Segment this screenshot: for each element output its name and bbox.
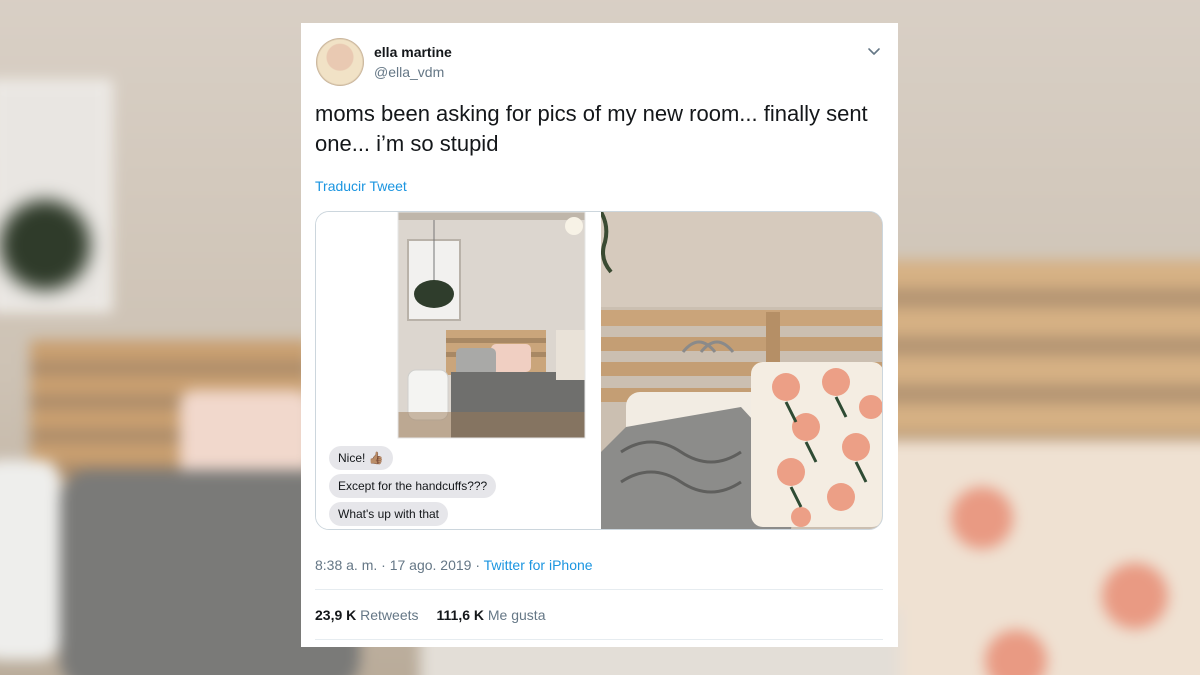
likes-stat[interactable]: 111,6 K Me gusta [437,607,546,623]
author-handle[interactable]: @ella_vdm [374,64,444,80]
retweets-label: Retweets [360,607,419,623]
headboard-photo-graphic [599,212,882,529]
avatar[interactable] [316,38,364,86]
tweet-text: moms been asking for pics of my new room… [315,101,868,156]
likes-label: Me gusta [487,607,546,623]
headboard-photo[interactable] [599,212,882,529]
chat-message: Except for the handcuffs??? [329,474,497,498]
tweet-source-link[interactable]: Twitter for iPhone [484,557,593,573]
retweets-count: 23,9 K [315,607,357,623]
retweets-stat[interactable]: 23,9 K Retweets [315,607,419,623]
chat-screenshot-image[interactable]: Nice! 👍🏽 Except for the handcuffs??? Wha… [316,212,600,529]
chat-message: Nice! 👍🏽 [329,446,393,470]
divider [315,639,883,640]
tweet-card: ella martine @ella_vdm moms been asking … [301,23,898,647]
divider [315,589,883,590]
author-name[interactable]: ella martine [374,44,452,60]
tweet-timestamp[interactable]: 8:38 a. m. · 17 ago. 2019 · [315,557,484,573]
tweet-meta: 8:38 a. m. · 17 ago. 2019 · Twitter for … [315,557,593,573]
tweet-stats: 23,9 K Retweets 111,6 K Me gusta [315,607,545,623]
chat-message: What's up with that [329,502,449,526]
tweet-media[interactable]: Nice! 👍🏽 Except for the handcuffs??? Wha… [315,211,883,530]
chevron-down-icon[interactable] [864,41,884,61]
translate-link[interactable]: Traducir Tweet [315,178,407,194]
likes-count: 111,6 K [436,607,485,623]
